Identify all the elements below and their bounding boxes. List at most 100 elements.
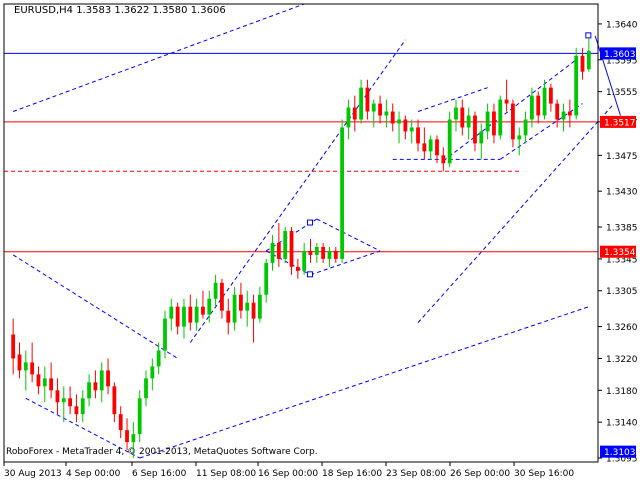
candle-body [99, 370, 104, 391]
candle-body [517, 135, 522, 140]
candle-body [511, 103, 515, 140]
candle-body [118, 414, 123, 431]
y-tick-label: 1.3640 [606, 20, 638, 30]
y-tick-label: 1.3430 [606, 188, 638, 198]
candle-body [68, 398, 72, 407]
price-tag-label: 1.3603 [604, 50, 636, 60]
y-tick-label: 1.3140 [606, 419, 638, 429]
price-tag-label: 1.3103 [604, 448, 636, 458]
candle-body [466, 115, 471, 128]
y-tick-label: 1.3385 [606, 224, 638, 234]
candle-body [49, 378, 54, 391]
candle-body [561, 111, 566, 120]
candle-body [492, 111, 496, 136]
candle-body [213, 282, 218, 299]
candle-body [264, 262, 269, 295]
candle-body [201, 306, 205, 315]
candle-body [473, 115, 477, 144]
candle-body [422, 143, 427, 152]
candle-body [245, 302, 250, 311]
candle-body [175, 306, 180, 327]
candle-body [485, 111, 490, 132]
price-chart[interactable]: 1.36401.35951.35551.35171.34751.34301.33… [0, 0, 640, 480]
candle-body [251, 302, 256, 319]
candle [340, 119, 345, 263]
candle-body [23, 362, 28, 371]
candle-body [346, 107, 351, 128]
x-tick-label: 23 Sep 08:00 [386, 469, 446, 479]
price-tag-label: 1.3354 [604, 248, 636, 258]
candle-body [150, 366, 155, 379]
candle-body [555, 103, 560, 120]
candle-body [359, 87, 363, 120]
candle-body [523, 119, 528, 136]
y-tick-label: 1.3475 [606, 152, 638, 162]
candle-body [17, 354, 22, 371]
candle-body [567, 111, 572, 116]
candle-body [314, 246, 319, 255]
marker-square [306, 271, 313, 278]
marker-square [306, 219, 313, 226]
candle-body [498, 99, 503, 136]
candle [574, 47, 579, 120]
copyright-text: RoboForex - MetaTrader 4, © 2001-2013, M… [6, 447, 318, 457]
candle-body [371, 103, 376, 112]
candle-body [308, 250, 313, 255]
candle-body [586, 50, 591, 70]
candle-body [106, 370, 110, 387]
candle-body [93, 382, 98, 391]
candle-body [403, 119, 408, 132]
candle-body [239, 294, 243, 311]
candle-body [36, 374, 41, 387]
candle-body [74, 406, 79, 415]
candle-body [580, 55, 585, 72]
chart-title: EURUSD,H4 1.3583 1.3622 1.3580 1.3606 [14, 5, 226, 16]
candle [447, 111, 452, 168]
candle-body [340, 127, 345, 259]
candle-body [454, 107, 458, 120]
candle-body [536, 95, 541, 116]
candle-body [479, 131, 484, 144]
chart-background [0, 0, 640, 480]
candle [498, 95, 503, 140]
candle-body [270, 242, 275, 263]
candle-body [156, 350, 161, 367]
y-tick-label: 1.3260 [606, 323, 638, 333]
x-tick-label: 30 Sep 16:00 [514, 469, 574, 479]
candle-body [441, 155, 446, 164]
candle-body [378, 103, 382, 116]
candle-body [397, 119, 401, 124]
candle-body [257, 294, 262, 319]
price-tag-label: 1.3517 [604, 118, 636, 128]
x-tick-label: 16 Sep 00:00 [258, 469, 318, 479]
candle-body [87, 382, 91, 399]
candle-body [207, 298, 212, 315]
candle-body [428, 139, 433, 152]
y-tick-label: 1.3555 [606, 88, 638, 98]
candle-body [365, 87, 370, 112]
y-tick-label: 1.3220 [606, 355, 638, 365]
marker-square [585, 32, 592, 39]
candle-body [276, 242, 281, 259]
candle-body [302, 250, 307, 271]
candle-body [435, 139, 439, 156]
candle-body [42, 378, 47, 387]
candle-body [283, 231, 288, 259]
candle [283, 227, 288, 263]
candle-body [333, 250, 338, 259]
candle-body [232, 294, 237, 323]
candle-body [61, 398, 66, 403]
candle-body [384, 111, 389, 116]
candle-body [352, 107, 357, 120]
candle-body [144, 378, 148, 399]
x-tick-label: 30 Aug 2013 [4, 469, 62, 479]
candle-body [390, 111, 395, 124]
candle-body [226, 310, 231, 323]
y-tick-label: 1.3305 [606, 287, 638, 297]
x-tick-label: 6 Sep 16:00 [132, 469, 187, 479]
candle-body [321, 246, 326, 259]
candle-body [11, 334, 16, 359]
candle-body [125, 430, 129, 443]
candle-body [137, 398, 142, 435]
candle-body [295, 266, 300, 271]
